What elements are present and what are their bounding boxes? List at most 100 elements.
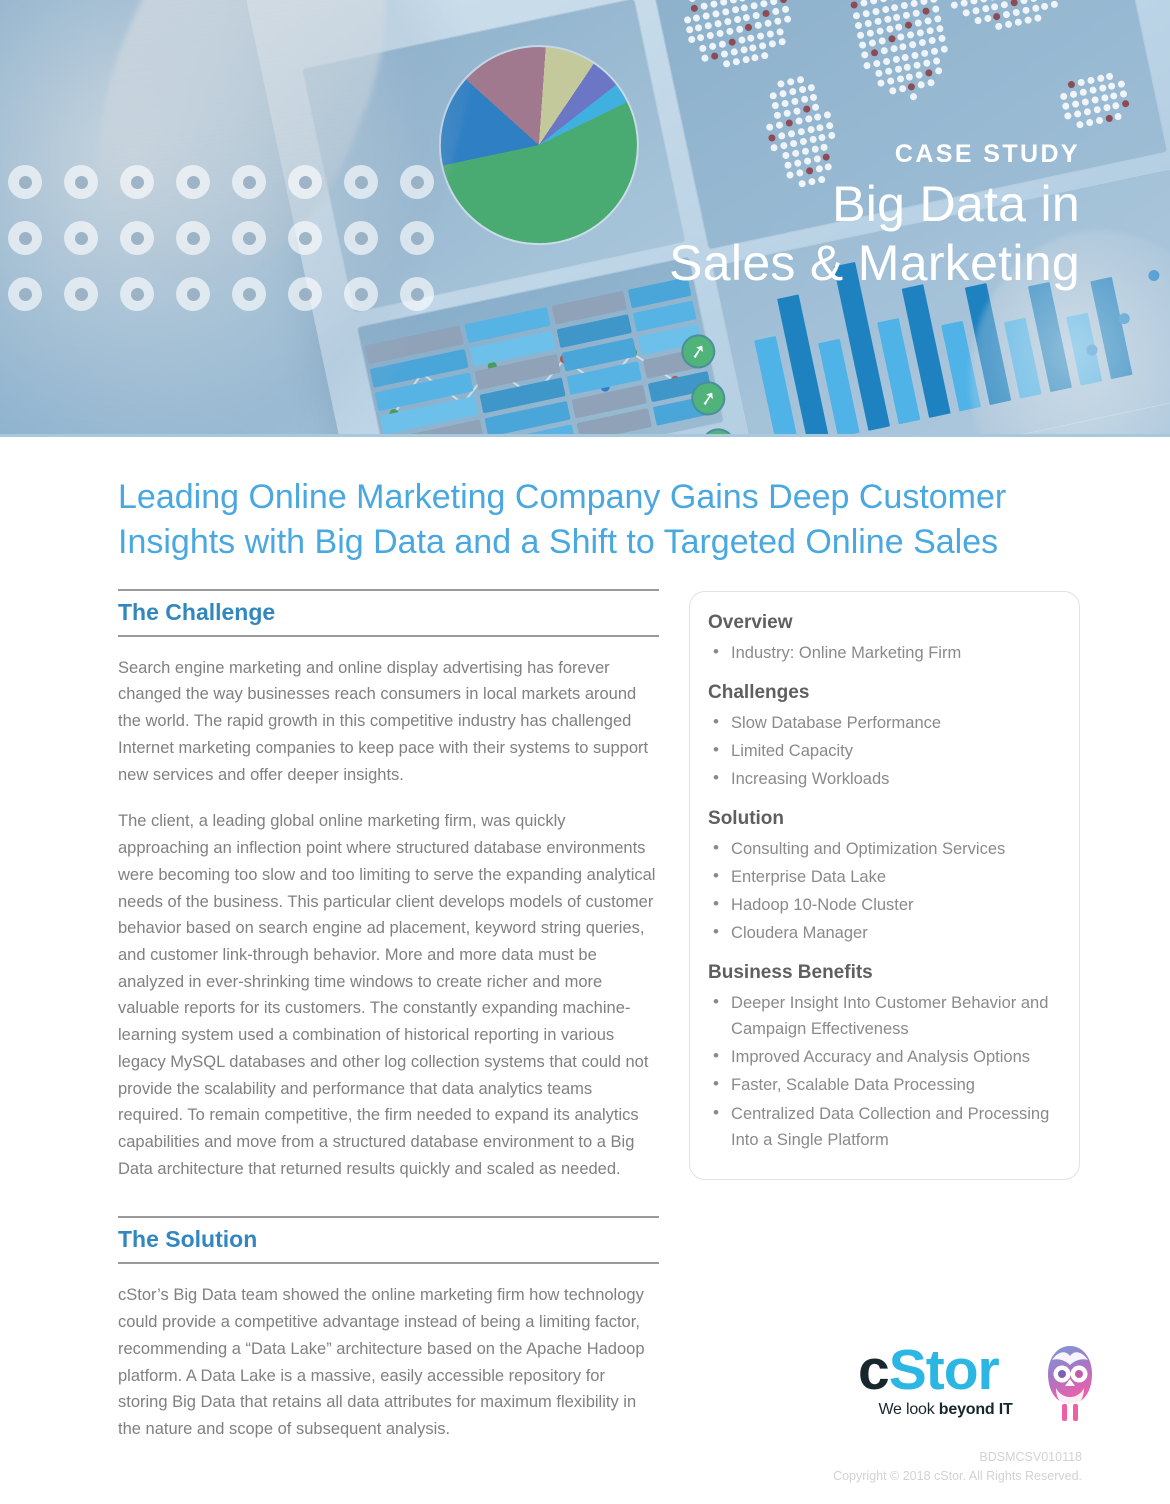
map-dot	[973, 16, 983, 25]
map-dot	[701, 53, 710, 63]
map-dot	[890, 3, 900, 12]
map-dot	[778, 0, 788, 4]
map-dot	[864, 19, 873, 28]
map-dot	[716, 29, 725, 38]
map-dot	[730, 5, 740, 14]
ring-dot-icon	[232, 221, 266, 255]
map-dot	[754, 21, 763, 30]
map-dot	[866, 29, 875, 38]
ring-dot-icon	[400, 277, 434, 311]
map-dot	[888, 86, 897, 96]
map-dot	[773, 111, 782, 120]
map-dot	[893, 64, 903, 74]
logo-letter-c: c	[858, 1338, 890, 1402]
ring-dot-row	[8, 165, 434, 199]
map-dot	[718, 39, 727, 48]
map-dot	[769, 91, 778, 100]
map-dot	[763, 19, 773, 28]
map-dot	[796, 127, 806, 136]
map-dot	[773, 17, 782, 26]
map-dot	[983, 14, 992, 23]
map-dot	[783, 109, 792, 118]
ring-dot-icon	[344, 165, 378, 199]
cstor-logo: cStor We look beyond IT	[858, 1342, 1092, 1434]
tagline-bold: beyond IT	[938, 1401, 1013, 1418]
map-dot	[1083, 108, 1092, 117]
page-footer: cStor We look beyond IT BDSMCSV010118 Co…	[0, 1320, 1170, 1504]
map-dot	[719, 0, 728, 7]
challenge-paragraph-2: The client, a leading global online mark…	[118, 812, 656, 1178]
section-heading-solution: The Solution	[118, 1216, 660, 1265]
map-dot	[937, 34, 946, 44]
map-dot	[1069, 90, 1078, 99]
map-dot	[807, 83, 816, 92]
map-dot	[1000, 0, 1009, 9]
map-dot	[875, 27, 885, 36]
map-dot	[877, 37, 887, 46]
panel-list: Consulting and Optimization ServicesEnte…	[708, 835, 1057, 946]
map-dot	[927, 36, 937, 46]
map-dot	[751, 53, 760, 62]
map-dot	[935, 24, 944, 34]
map-dot	[868, 39, 877, 48]
tagline-light: We look	[878, 1401, 939, 1418]
map-dot	[1107, 81, 1117, 91]
map-dot	[711, 9, 721, 19]
map-dot	[918, 38, 927, 48]
map-dot	[921, 6, 930, 16]
map-dot	[905, 72, 914, 82]
map-dot	[889, 44, 898, 54]
ring-dot-icon	[232, 165, 266, 199]
hero-title-line-1: Big Data in	[832, 176, 1080, 232]
map-dot	[710, 51, 720, 61]
ring-dot-icon	[344, 277, 378, 311]
map-dot	[778, 89, 788, 98]
map-dot	[900, 0, 909, 10]
map-dot	[804, 115, 813, 124]
map-dot	[802, 105, 811, 114]
list-item: Increasing Workloads	[708, 765, 1057, 792]
map-dot	[915, 70, 924, 80]
map-dot	[920, 48, 929, 58]
map-dot	[771, 101, 780, 110]
panel-heading: Solution	[708, 808, 785, 829]
main-column: The Challenge Search engine marketing an…	[118, 588, 660, 1443]
map-dot	[709, 0, 719, 9]
document-code: BDSMCSV010118	[979, 1450, 1082, 1464]
map-dot	[898, 84, 907, 94]
map-dot	[1067, 80, 1076, 89]
map-dot	[869, 0, 878, 6]
map-dot	[809, 93, 819, 102]
map-dot	[769, 0, 778, 6]
sidebar-column: Overview Industry: Online Marketing Firm C…	[689, 589, 1080, 1180]
map-dot	[906, 30, 915, 40]
map-dot	[795, 75, 805, 84]
ring-dot-icon	[176, 221, 210, 255]
map-dot	[1014, 18, 1023, 27]
map-dot	[798, 85, 807, 94]
map-dot	[861, 9, 871, 18]
ring-dot-icon	[232, 277, 266, 311]
map-dot	[1110, 91, 1119, 101]
map-dot	[1088, 86, 1098, 95]
map-dot	[694, 23, 704, 33]
map-dot	[1050, 0, 1059, 9]
map-dot	[1064, 112, 1073, 121]
map-dot	[1029, 0, 1038, 3]
map-dot	[850, 1, 859, 10]
map-dot	[721, 7, 730, 17]
map-dot	[746, 33, 756, 42]
map-dot	[1073, 110, 1083, 119]
map-dot	[903, 62, 912, 72]
map-dot	[728, 0, 738, 5]
map-dot	[904, 20, 913, 30]
map-dot	[739, 45, 748, 54]
map-dot	[922, 58, 931, 68]
ring-dot-icon	[288, 277, 322, 311]
ring-dot-icon	[8, 277, 42, 311]
map-dot	[859, 0, 869, 8]
map-dot	[908, 40, 918, 50]
map-dot	[932, 56, 941, 66]
map-dot	[1031, 4, 1040, 13]
map-dot	[858, 41, 868, 50]
